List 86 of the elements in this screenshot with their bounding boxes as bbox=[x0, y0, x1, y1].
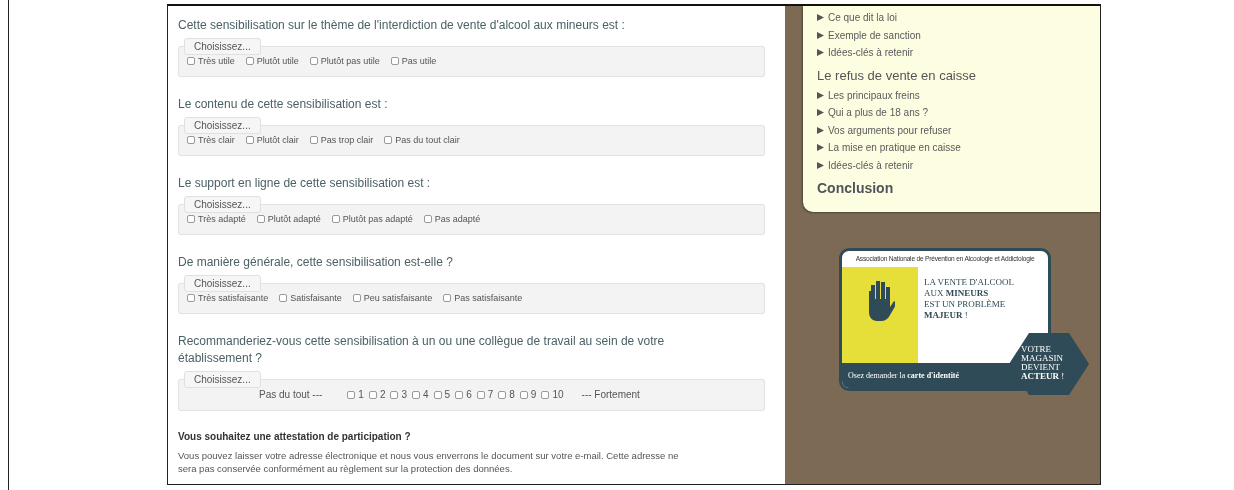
scale-label: --- Fortement bbox=[581, 389, 640, 400]
choice-option[interactable]: Plutôt adapté bbox=[256, 214, 321, 224]
checkbox[interactable] bbox=[347, 390, 356, 399]
scale-option[interactable]: 6 bbox=[455, 389, 472, 400]
legend-label: Choisissez... bbox=[184, 117, 261, 134]
checkbox[interactable] bbox=[423, 215, 432, 223]
checkbox[interactable] bbox=[476, 390, 485, 399]
choice-option[interactable]: Satisfaisante bbox=[279, 293, 342, 303]
sidebar-link[interactable]: Idées-clés à retenir bbox=[828, 156, 914, 174]
chapter-link[interactable]: Conclusion bbox=[817, 180, 1092, 196]
choice-option[interactable]: Pas utile bbox=[390, 56, 437, 66]
question-text: Cette sensibilisation sur le thème de l'interdiction de vente d'alcool aux mineurs est : bbox=[178, 17, 626, 34]
question-text: Le contenu de cette sensibilisation est : bbox=[178, 96, 389, 113]
scale-option[interactable]: 7 bbox=[476, 389, 494, 400]
scale-option[interactable]: 2 bbox=[368, 389, 386, 400]
choice-option[interactable]: Pas satisfaisante bbox=[443, 293, 523, 303]
choice-option[interactable]: Plutôt pas utile bbox=[309, 56, 380, 66]
badge-text: VOTRE MAGASIN DEVIENT ACTEUR ! bbox=[1021, 345, 1065, 381]
question-text: De manière générale, cette sensibilisation est-elle ? bbox=[178, 254, 454, 271]
sidebar-link[interactable]: La mise en pratique en caisse bbox=[828, 139, 961, 157]
choice-option[interactable]: Plutôt utile bbox=[245, 56, 299, 66]
sidebar-link[interactable]: Les principaux freins bbox=[828, 86, 920, 104]
choice-option[interactable]: Plutôt pas adapté bbox=[331, 214, 413, 224]
scale-option[interactable]: 1 bbox=[347, 389, 364, 400]
sidebar-link[interactable]: Vos arguments pour refuser bbox=[828, 121, 952, 139]
checkbox[interactable] bbox=[331, 215, 340, 223]
choice-option[interactable]: Pas du tout clair bbox=[384, 135, 460, 145]
triangle-icon bbox=[817, 144, 824, 152]
attestation-text: Vous pouvez laisser votre adresse électronique et nous vous enverrons le document sur votre e-mail. Cette adresse ne sera pas conservée conformément au règlement sur la protection des données. bbox=[178, 449, 680, 475]
checkbox[interactable] bbox=[541, 390, 550, 399]
checkbox[interactable] bbox=[309, 57, 318, 65]
checkbox[interactable] bbox=[187, 57, 195, 65]
choice-option[interactable]: Très clair bbox=[187, 135, 235, 145]
checkbox[interactable] bbox=[187, 215, 195, 223]
checkbox[interactable] bbox=[412, 390, 421, 399]
scale-option[interactable]: 5 bbox=[433, 389, 451, 400]
checkbox[interactable] bbox=[245, 136, 254, 144]
banner-message: LA VENTE D'ALCOOL AUX MINEURS EST UN PROBLÈME MAJEUR ! bbox=[923, 276, 1014, 322]
choice-option[interactable]: Pas trop clair bbox=[309, 135, 374, 145]
checkbox[interactable] bbox=[384, 136, 393, 144]
choice-option[interactable]: Pas adapté bbox=[423, 214, 481, 224]
choice-option[interactable]: Très satisfaisante bbox=[187, 293, 269, 303]
checkbox[interactable] bbox=[390, 57, 399, 65]
checkbox[interactable] bbox=[368, 390, 377, 399]
checkbox[interactable] bbox=[519, 390, 528, 399]
legend-label: Choisissez... bbox=[184, 275, 261, 292]
sidebar-link[interactable]: Exemple de sanction bbox=[828, 26, 921, 44]
legend-label: Choisissez... bbox=[184, 371, 261, 388]
choice-option[interactable]: Très utile bbox=[187, 56, 235, 66]
checkbox[interactable] bbox=[443, 294, 452, 302]
sidebar-link[interactable]: Ce que dit la loi bbox=[828, 9, 897, 27]
checkbox[interactable] bbox=[352, 294, 361, 302]
scale-option[interactable]: 10 bbox=[541, 389, 564, 400]
triangle-icon bbox=[817, 14, 824, 22]
choice-option[interactable]: Très adapté bbox=[187, 214, 246, 224]
checkbox[interactable] bbox=[187, 294, 195, 302]
scale-option[interactable]: 9 bbox=[519, 389, 537, 400]
legend-label: Choisissez... bbox=[184, 38, 261, 55]
checkbox[interactable] bbox=[256, 215, 265, 223]
scale-option[interactable]: 4 bbox=[412, 389, 429, 400]
choice-option[interactable]: Plutôt clair bbox=[245, 135, 299, 145]
checkbox[interactable] bbox=[279, 294, 288, 302]
scale-option[interactable]: 3 bbox=[390, 389, 408, 400]
question-text: Recommanderiez-vous cette sensibilisation à un ou une collègue de travail au sein de votre établissement ? bbox=[178, 333, 666, 367]
choice-option[interactable]: Peu satisfaisante bbox=[352, 293, 433, 303]
checkbox[interactable] bbox=[390, 390, 399, 399]
triangle-icon bbox=[817, 31, 824, 39]
legend-label: Choisissez... bbox=[184, 196, 261, 213]
triangle-icon bbox=[817, 91, 824, 99]
checkbox[interactable] bbox=[498, 390, 507, 399]
triangle-icon bbox=[817, 126, 824, 134]
checkbox[interactable] bbox=[187, 136, 195, 144]
scale-option[interactable]: 8 bbox=[498, 389, 515, 400]
section-heading[interactable]: Le refus de vente en caisse bbox=[817, 67, 1092, 83]
checkbox[interactable] bbox=[309, 136, 318, 144]
checkbox[interactable] bbox=[455, 390, 464, 399]
question-text: Le support en ligne de cette sensibilisation est : bbox=[178, 175, 432, 192]
checkbox[interactable] bbox=[245, 57, 254, 65]
scale-label: Pas du tout --- bbox=[259, 389, 323, 400]
checkbox[interactable] bbox=[433, 390, 442, 399]
sidebar-link[interactable]: Idées-clés à retenir bbox=[828, 44, 914, 62]
sidebar-link[interactable]: Qui a plus de 18 ans ? bbox=[828, 104, 929, 122]
triangle-icon bbox=[817, 161, 824, 169]
attestation-title: Vous souhaitez une attestation de participation ? bbox=[178, 431, 412, 442]
triangle-icon bbox=[817, 109, 824, 117]
triangle-icon bbox=[817, 49, 824, 57]
